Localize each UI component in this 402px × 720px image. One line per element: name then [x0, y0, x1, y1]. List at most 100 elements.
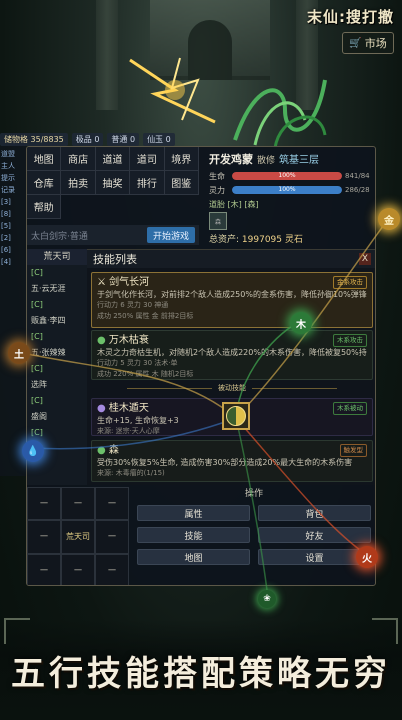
avatar[interactable]: 森: [209, 212, 227, 230]
skill-meta: 行动力 5 灵力 30 法术·单: [97, 359, 178, 367]
leaf-element-node[interactable]: ❀: [258, 590, 276, 608]
skill-tag: 金系攻击: [333, 276, 367, 289]
list-item[interactable]: [C]: [27, 329, 87, 345]
cart-icon: 🛒: [349, 37, 362, 49]
hp-label: 生命: [209, 171, 225, 181]
team-slot[interactable]: 一: [27, 487, 61, 521]
vine-effect: [233, 79, 327, 149]
team-slot[interactable]: 一: [95, 487, 129, 521]
list-item[interactable]: 盛阁: [27, 409, 87, 425]
settings-button[interactable]: 设置: [258, 549, 371, 565]
sword-icon: ⚔: [97, 277, 106, 288]
slogan-text: 五行技能搭配策略无穷: [11, 653, 391, 694]
frame-corner: [4, 618, 30, 644]
skill-list-panel: 技能列表 X ⚔ 剑气长河 金系攻击 于剑气化作长河，对前排2个敌人造成250%…: [87, 249, 375, 485]
nav-auction[interactable]: 拍卖: [61, 171, 96, 195]
team-slot[interactable]: 一: [27, 520, 61, 554]
lightning-effect: [129, 57, 216, 124]
nav-shop[interactable]: 商店: [61, 147, 96, 171]
nav-warehouse[interactable]: 仓库: [27, 171, 62, 195]
metal-element-node[interactable]: 金: [378, 208, 400, 230]
skill-card-passive-2[interactable]: ● 森 触发型 受伤30%恢复5%生命, 造成伤害30%部分造成20%最大生命的…: [91, 440, 373, 482]
team-slot[interactable]: 一: [61, 487, 95, 521]
attributes-button[interactable]: 属性: [137, 505, 250, 521]
yin-yang-center-node[interactable]: [222, 402, 250, 430]
list-item[interactable]: 五·张辣辣: [27, 345, 87, 361]
nav-codex[interactable]: 图鉴: [164, 171, 199, 195]
list-item[interactable]: 贩鑫·李四: [27, 313, 87, 329]
list-item[interactable]: [C]: [27, 265, 87, 281]
skills-button[interactable]: 技能: [137, 527, 250, 543]
chat-line: [4]: [1, 258, 11, 266]
start-game-button[interactable]: 开始游戏: [146, 227, 195, 243]
team-slot[interactable]: 一: [95, 553, 129, 585]
assets-value: 1997095 灵石: [241, 235, 303, 245]
passive-divider: 被动技能: [87, 383, 375, 393]
resource-strip: 储物格 35/8835 极品 0 普通 0 仙玉 0: [0, 132, 175, 146]
frame-corner: [372, 618, 398, 644]
nav-help[interactable]: 帮助: [27, 195, 62, 219]
channel-row: 太白剑宗·普通 开始游戏: [27, 225, 199, 245]
team-slot[interactable]: 一: [27, 553, 61, 585]
water-element-node[interactable]: 💧: [22, 440, 44, 462]
nav-dao[interactable]: 道道: [95, 147, 131, 171]
channel-input[interactable]: 太白剑宗·普通: [27, 229, 147, 242]
market-button[interactable]: 🛒 市场: [342, 32, 394, 54]
skill-tag: 触发型: [339, 444, 367, 457]
chat-line: 提示: [1, 174, 15, 182]
skill-card-sword-river[interactable]: ⚔ 剑气长河 金系攻击 于剑气化作长河，对前排2个敌人造成250%的金系伤害，降…: [91, 272, 373, 328]
nav-dao-si[interactable]: 道司: [130, 147, 165, 171]
main-window: 地图 商店 道道 道司 境界 仓库 拍卖 抽奖 排行 图鉴 帮助 太白剑宗·普通…: [26, 146, 376, 586]
chat-line: [6]: [1, 246, 11, 254]
list-item[interactable]: 选阵: [27, 377, 87, 393]
earth-element-node[interactable]: 土: [8, 342, 30, 364]
nav-lottery[interactable]: 抽奖: [95, 171, 131, 195]
close-icon[interactable]: X: [359, 253, 371, 265]
skill-desc: 于剑气化作长河，对前排2个敌人造成250%的金系伤害，降低孙御10%弹锋6秒: [97, 290, 367, 299]
fire-element-node[interactable]: 火: [356, 546, 378, 568]
total-assets: 总资产: 1997095 灵石: [209, 235, 303, 245]
chat-strip[interactable]: 道盟 主人 提示 记录 [3] [8] [5] [2] [6] [4]: [0, 146, 26, 476]
leaf-icon: ❀: [263, 594, 271, 604]
team-slot[interactable]: 一: [95, 520, 129, 554]
skill-meta: 成功 250% 属性 金 前排2目标: [97, 312, 194, 320]
chat-line: 记录: [1, 186, 15, 194]
team-slot[interactable]: 荒天司: [61, 520, 95, 554]
player-panel: 开发鸡蒙 散修 筑基三层 生命 100% 841/84 灵力 100% 286/…: [203, 147, 375, 251]
skill-card-wood-wither[interactable]: ● 万木枯衰 木系攻击 木灵之力奇枯生机，对随机2个敌人造成220%的木系伤害，…: [91, 330, 373, 380]
wood-element-node[interactable]: 木: [290, 312, 312, 334]
list-item[interactable]: [C]: [27, 361, 87, 377]
list-item[interactable]: [C]: [27, 297, 87, 313]
skill-list-title: 技能列表: [93, 253, 137, 266]
mp-value: 286/28: [345, 186, 370, 194]
skill-desc: 木灵之力奇枯生机，对随机2个敌人造成220%的木系伤害，降低被复50%持续10秒: [97, 348, 367, 357]
nav-map[interactable]: 地图: [27, 147, 62, 171]
backpack-button[interactable]: 背包: [258, 505, 371, 521]
skill-desc: 受伤30%恢复5%生命, 造成伤害30%部分造成20%最大生命的木系伤害: [97, 458, 353, 467]
nav-realm[interactable]: 境界: [164, 147, 199, 171]
nav-grid: 地图 商店 道道 道司 境界 仓库 拍卖 抽奖 排行 图鉴 帮助: [27, 147, 199, 219]
market-label: 市场: [364, 37, 387, 50]
hp-bar: 100%: [232, 172, 342, 180]
list-item[interactable]: 五·云无涯: [27, 281, 87, 297]
resource-normal: 普通 0: [107, 132, 140, 146]
resource-storage: 储物格 35/8835: [0, 132, 68, 146]
skill-tag: 木系被动: [333, 402, 367, 415]
skill-meta: 来源: 木毒瘤的(1/15): [97, 469, 165, 477]
friends-button[interactable]: 好友: [258, 527, 371, 543]
hp-percent: 100%: [278, 172, 296, 179]
sect-header: 荒天司: [27, 249, 87, 265]
leaf-orb-icon: ●: [97, 445, 106, 456]
ruin-pillar: [96, 0, 118, 110]
operation-title: 操作: [244, 489, 263, 499]
skill-meta: 成功 220% 属性 木 随机2目标: [97, 370, 194, 378]
yin-yang-icon: [226, 406, 246, 426]
nav-ranking[interactable]: 排行: [130, 171, 165, 195]
map-button[interactable]: 地图: [137, 549, 250, 565]
team-slot[interactable]: 一: [61, 553, 95, 585]
list-item[interactable]: [C]: [27, 425, 87, 441]
list-item[interactable]: [C]: [27, 393, 87, 409]
operation-panel: 操作 属性 背包 技能 好友 地图 设置: [131, 487, 375, 585]
mp-label: 灵力: [209, 185, 225, 195]
chat-line: [2]: [1, 234, 11, 242]
